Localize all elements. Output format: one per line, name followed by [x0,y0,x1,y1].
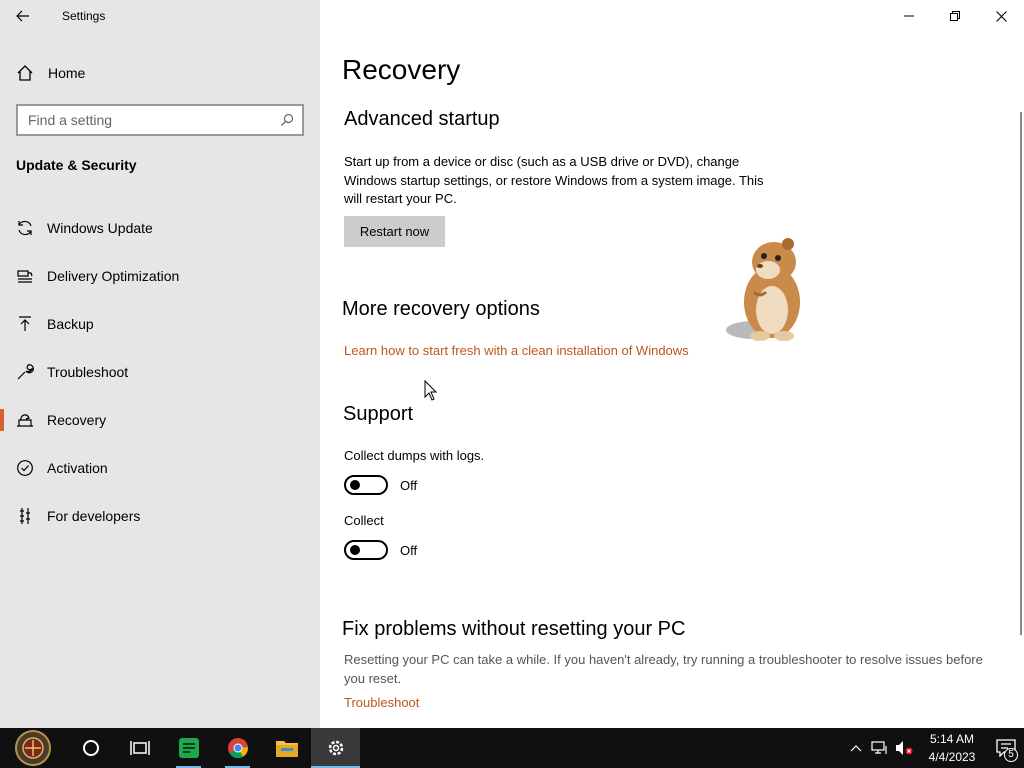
volume-button[interactable] [892,728,916,768]
clock-time: 5:14 AM [929,732,975,746]
search-icon[interactable] [280,113,294,127]
close-icon [995,10,1007,22]
collect-dumps-toggle-row: Off [344,475,417,495]
toggle-knob [350,480,360,490]
restore-icon [950,11,960,21]
page-title: Recovery [342,54,461,85]
hamster-pet-icon [726,238,800,341]
network-icon [871,741,887,754]
clean-install-link[interactable]: Learn how to start fresh with a clean in… [344,343,689,358]
checkmark-circle-icon [16,459,34,477]
volume-muted-icon [896,741,913,755]
advanced-startup-description: Start up from a device or disc (such as … [344,154,764,206]
refresh-icon [16,219,34,237]
folder-icon [275,741,298,757]
wrench-icon [16,363,34,381]
chrome-button[interactable] [213,728,262,768]
sidebar-item-label: Recovery [47,412,107,428]
advanced-startup-heading: Advanced startup [344,108,500,130]
sidebar-item-label: Troubleshoot [47,364,129,380]
gear-icon [328,740,343,756]
mouse-cursor-icon [424,380,438,401]
sidebar-item-delivery-optimization[interactable]: Delivery Optimization [0,252,320,300]
sidebar-item-troubleshoot[interactable]: Troubleshoot [0,348,320,396]
collect-dumps-toggle[interactable] [344,475,388,495]
start-button[interactable] [0,728,66,768]
settings-taskbar-button[interactable] [311,728,360,768]
sidebar-item-recovery[interactable]: Recovery [0,396,320,444]
collect-toggle-row: Off [344,540,417,560]
fix-problems-description: Resetting your PC can take a while. If y… [344,652,983,686]
sidebar-item-activation[interactable]: Activation [0,444,320,492]
clock-date: 4/4/2023 [928,750,976,764]
titlebar: Settings [0,0,320,32]
home-label: Home [48,65,86,81]
sidebar-item-label: For developers [47,508,141,524]
minimize-button[interactable] [886,0,932,32]
sidebar-item-label: Backup [47,316,94,332]
network-button[interactable] [868,728,892,768]
support-heading: Support [343,403,414,425]
show-hidden-icons-button[interactable] [844,728,868,768]
sidebar-item-for-developers[interactable]: For developers [0,492,320,540]
back-arrow-icon [16,10,29,22]
file-explorer-button[interactable] [262,728,311,768]
collect-dumps-label: Collect dumps with logs. [344,448,485,463]
home-icon [17,65,33,81]
section-title: Update & Security [16,157,137,173]
cortana-circle-icon [82,740,99,756]
search-input[interactable] [28,112,280,128]
task-view-icon [129,741,150,755]
more-recovery-options-heading: More recovery options [342,298,540,320]
collect-label: Collect [344,513,384,528]
sidebar-item-label: Windows Update [47,220,153,236]
restart-now-button[interactable]: Restart now [344,216,445,247]
collect-toggle[interactable] [344,540,388,560]
scrollbar[interactable] [1020,112,1022,635]
clock[interactable]: 5:14 AM 4/4/2023 [922,730,982,766]
troubleshoot-link[interactable]: Troubleshoot [344,695,419,710]
back-button[interactable] [0,0,46,32]
sidebar: Settings Home Update & Security Windows … [0,0,320,728]
task-view-button[interactable] [115,728,164,768]
notification-count-badge: 5 [1004,748,1018,762]
sidebar-item-label: Delivery Optimization [47,268,180,284]
toggle-state: Off [400,542,418,558]
developer-icon [16,507,34,525]
sidebar-nav: Windows Update Delivery Optimization Bac… [0,204,320,540]
chevron-up-icon [850,745,862,752]
window-controls [886,0,1024,32]
search-box[interactable] [16,104,304,136]
action-center-button[interactable]: 5 [988,728,1024,768]
close-button[interactable] [978,0,1024,32]
chrome-icon [227,738,248,759]
notes-app-button[interactable] [164,728,213,768]
delivery-optimization-icon [16,267,34,285]
backup-upload-icon [16,315,34,333]
restore-button[interactable] [932,0,978,32]
start-logo-icon [15,730,51,766]
recovery-icon [16,411,34,429]
green-notes-icon [178,738,199,758]
sidebar-item-backup[interactable]: Backup [0,300,320,348]
toggle-knob [350,545,360,555]
app-title: Settings [62,9,106,23]
system-tray: 5:14 AM 4/4/2023 5 [844,728,1024,768]
fix-problems-heading: Fix problems without resetting your PC [342,618,686,640]
sidebar-item-label: Activation [47,460,108,476]
taskbar: 5:14 AM 4/4/2023 5 [0,728,1024,768]
cortana-button[interactable] [66,728,115,768]
toggle-state: Off [400,477,418,493]
home-link[interactable]: Home [16,60,85,86]
sidebar-item-windows-update[interactable]: Windows Update [0,204,320,252]
minimize-icon [904,15,914,17]
